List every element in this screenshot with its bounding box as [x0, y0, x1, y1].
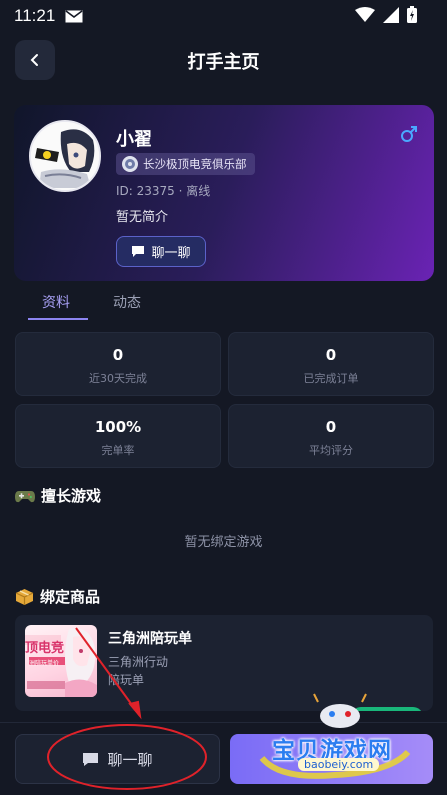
club-tag[interactable]: 长沙极顶电竞俱乐部 [116, 153, 255, 175]
header: 打手主页 [0, 38, 447, 82]
user-id-status: ID: 23375 · 离线 [116, 184, 211, 198]
gamepad-icon [15, 490, 35, 502]
product-name: 三角洲陪玩单 [108, 631, 192, 647]
wifi-icon [355, 6, 375, 22]
bottom-chat-button[interactable]: 聊一聊 [15, 734, 220, 784]
profile-card: 小翟 长沙极顶电竞俱乐部 ID: 23375 · 离线 暂无简介 聊一聊 [14, 105, 434, 281]
product-card[interactable]: 顶电竞 洲陪玩单价 三角洲陪玩单 三角洲行动 陪玩单 [15, 615, 433, 711]
games-section-title: 擅长游戏 [15, 485, 101, 506]
tab-activity[interactable]: 动态 [113, 292, 141, 312]
active-tab-indicator [28, 318, 88, 320]
bottom-chat-label: 聊一聊 [107, 750, 153, 769]
club-logo-icon [122, 156, 138, 172]
signal-icon [383, 6, 399, 23]
stat-card-completed: 0 已完成订单 [228, 332, 434, 396]
product-thumb-subtitle: 洲陪玩单价 [29, 660, 60, 667]
battery-icon [407, 6, 417, 23]
product-thumb-title: 顶电竞 [25, 641, 65, 656]
tab-profile[interactable]: 资料 [42, 292, 70, 312]
status-bar: 11:21 [0, 0, 447, 32]
user-bio: 暂无简介 [116, 210, 169, 225]
stat-label: 近30天完成 [89, 372, 147, 385]
profile-chat-label: 聊一聊 [151, 246, 191, 261]
stat-card-rating: 0 平均评分 [228, 404, 434, 468]
stat-value: 0 [325, 346, 337, 364]
chat-bubble-icon [83, 752, 99, 766]
avatar-image [31, 122, 99, 190]
package-icon [15, 588, 34, 605]
product-thumbnail: 顶电竞 洲陪玩单价 [25, 625, 97, 697]
profile-chat-button[interactable]: 聊一聊 [116, 236, 206, 267]
product-game: 三角洲行动 [108, 655, 169, 669]
stat-label: 平均评分 [309, 444, 353, 457]
player-name: 小翟 [116, 129, 152, 150]
tab-bar: 资料 动态 [14, 286, 434, 322]
products-section-title: 绑定商品 [15, 586, 100, 607]
stat-card-completion-rate: 100% 完单率 [15, 404, 221, 468]
page-title: 打手主页 [187, 52, 260, 73]
watermark-url: baobeiy.com [298, 758, 380, 771]
club-name: 长沙极顶电竞俱乐部 [143, 157, 247, 171]
stat-value: 100% [94, 418, 142, 436]
avatar[interactable] [29, 120, 101, 192]
games-empty-text: 暂无绑定游戏 [184, 535, 263, 550]
stat-label: 完单率 [101, 444, 135, 457]
stat-value: 0 [325, 418, 337, 436]
status-time: 11:21 [14, 6, 56, 25]
stat-value: 0 [112, 346, 124, 364]
chat-bubble-icon [132, 246, 145, 257]
mail-icon [65, 9, 83, 22]
stat-label: 已完成订单 [303, 372, 359, 385]
games-title-text: 擅长游戏 [41, 487, 102, 505]
product-type: 陪玩单 [108, 673, 145, 687]
stat-card-recent: 0 近30天完成 [15, 332, 221, 396]
product-status-badge [351, 707, 423, 711]
products-title-text: 绑定商品 [40, 588, 101, 606]
male-gender-icon [401, 126, 417, 142]
